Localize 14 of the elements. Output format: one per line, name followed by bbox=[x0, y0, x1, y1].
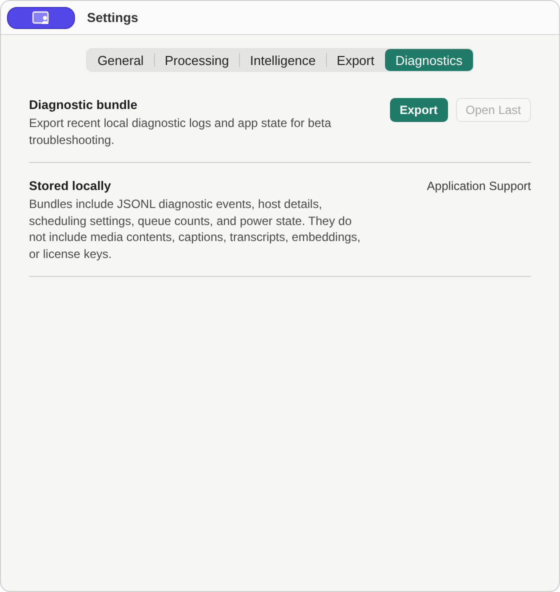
tab[interactable]: Intelligence bbox=[240, 49, 326, 71]
primary-button[interactable]: Export bbox=[390, 98, 448, 122]
window-person-icon bbox=[32, 11, 50, 24]
section-title: Stored locally bbox=[29, 179, 112, 193]
location-value: Application Support bbox=[426, 179, 531, 193]
tab[interactable]: Export bbox=[326, 49, 384, 71]
section-description: Export recent local diagnostic logs and app state for beta troubleshooting. bbox=[29, 115, 332, 148]
tab[interactable]: Diagnostics bbox=[385, 49, 473, 71]
window-title: Settings bbox=[87, 10, 138, 25]
section-title: Diagnostic bundle bbox=[29, 98, 138, 112]
tab[interactable]: Processing bbox=[154, 49, 239, 71]
tab[interactable]: General bbox=[87, 49, 154, 71]
section-description: Bundles include JSONL diagnostic events, host details, scheduling settings, queue counts, and power state. They do not include media contents, captions, transcripts, embeddings, or license keys. bbox=[29, 196, 362, 262]
app-button[interactable] bbox=[7, 6, 75, 28]
